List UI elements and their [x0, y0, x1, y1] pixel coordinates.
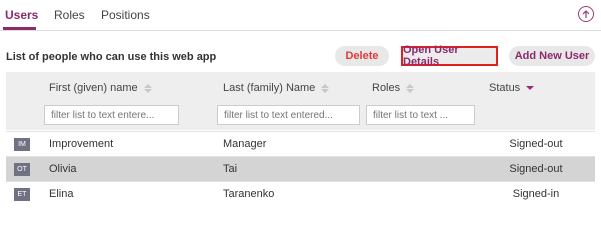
table-row[interactable]: IM Improvement Manager Signed-out: [6, 132, 595, 156]
filter-first-name-input[interactable]: [44, 105, 179, 125]
last-name-cell: Taranenko: [223, 188, 275, 200]
table-row-selected[interactable]: OT Olivia Tai Signed-out: [6, 157, 595, 181]
avatar: OT: [14, 163, 30, 176]
tab-bar: Users Roles Positions: [0, 0, 601, 31]
list-caption: List of people who can use this web app: [6, 51, 217, 63]
open-user-details-button[interactable]: Open User Details: [401, 44, 498, 68]
first-name-cell: Improvement: [49, 138, 114, 150]
active-tab-indicator: [3, 27, 36, 30]
avatar: IM: [14, 138, 30, 151]
first-name-cell: Elina: [49, 188, 74, 200]
sort-desc-icon[interactable]: [526, 86, 535, 90]
column-header-status[interactable]: Status: [489, 82, 535, 94]
tab-roles[interactable]: Roles: [54, 8, 85, 22]
status-cell: Signed-out: [509, 163, 563, 175]
column-header-last-name[interactable]: Last (family) Name: [223, 82, 330, 94]
first-name-cell: Olivia: [49, 163, 77, 175]
filter-roles-input[interactable]: [366, 105, 475, 125]
column-header-label: First (given) name: [49, 82, 138, 94]
delete-button[interactable]: Delete: [335, 46, 389, 66]
grid-header: First (given) name Last (family) Name Ro…: [6, 72, 595, 130]
status-cell: Signed-out: [509, 138, 563, 150]
avatar: ET: [14, 188, 30, 201]
sort-icon[interactable]: [321, 83, 330, 93]
add-new-user-button[interactable]: Add New User: [509, 46, 595, 66]
table-row[interactable]: ET Elina Taranenko Signed-in: [6, 182, 595, 206]
status-cell: Signed-in: [512, 188, 560, 200]
tab-users[interactable]: Users: [5, 8, 38, 22]
column-header-label: Status: [489, 82, 521, 94]
sort-icon[interactable]: [406, 83, 415, 93]
sort-icon[interactable]: [143, 83, 152, 93]
column-header-label: Last (family) Name: [223, 82, 316, 94]
last-name-cell: Tai: [223, 163, 238, 175]
column-header-first-name[interactable]: First (given) name: [49, 82, 152, 94]
column-header-label: Roles: [372, 82, 401, 94]
filter-last-name-input[interactable]: [217, 105, 360, 125]
last-name-cell: Manager: [223, 138, 267, 150]
column-header-roles[interactable]: Roles: [372, 82, 415, 94]
upload-arrow-icon[interactable]: [578, 6, 594, 22]
tab-positions[interactable]: Positions: [101, 8, 150, 22]
